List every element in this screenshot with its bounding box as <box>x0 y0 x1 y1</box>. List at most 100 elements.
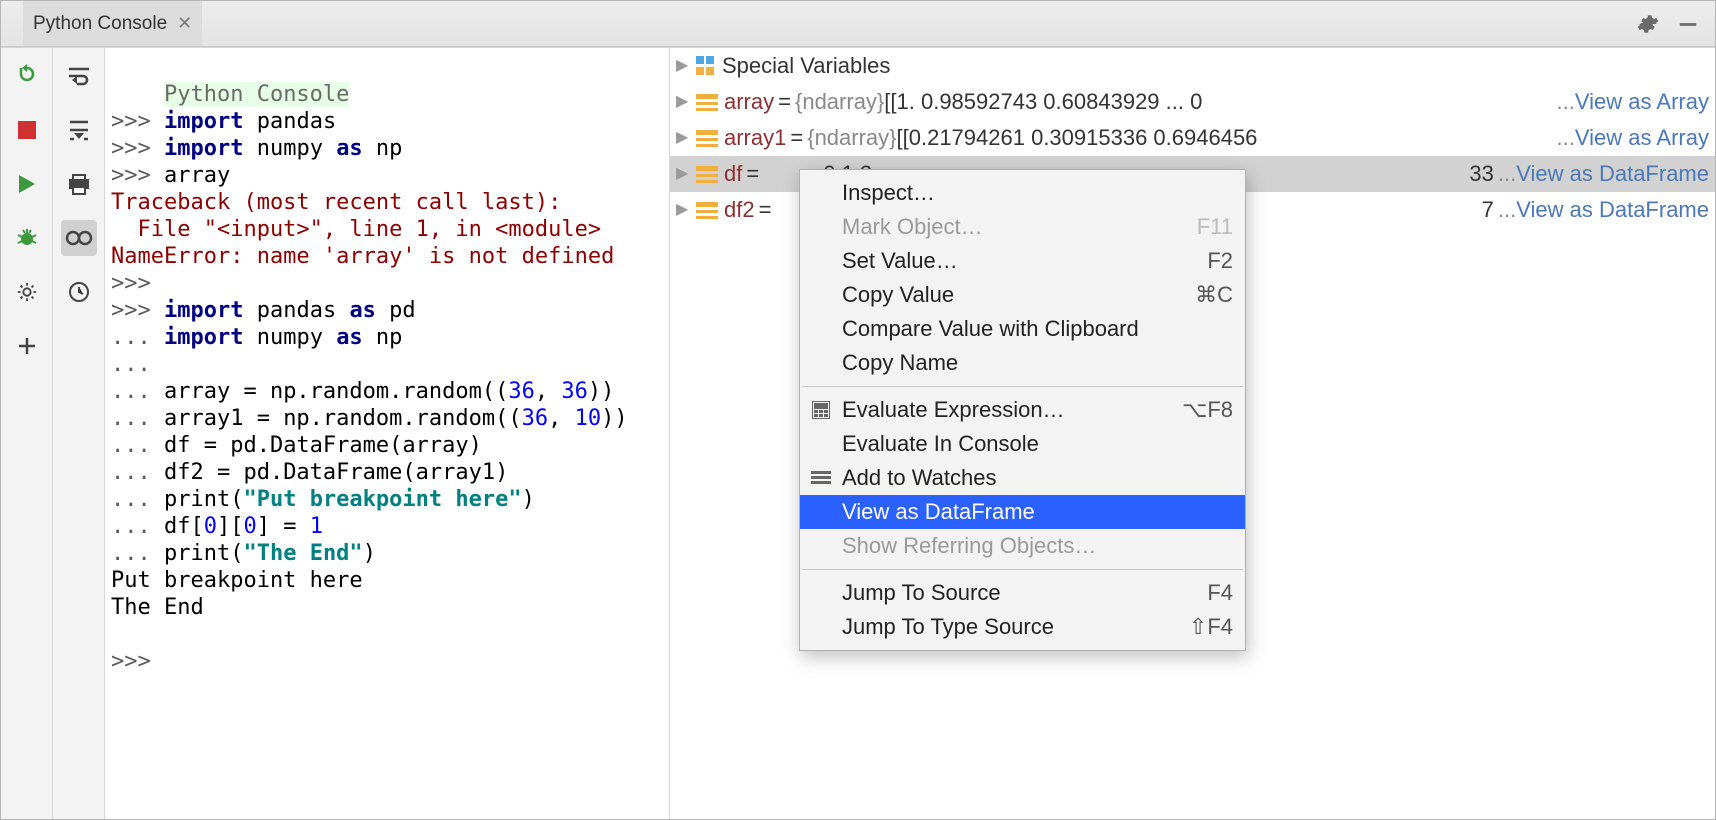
menu-item-label: Jump To Source <box>842 580 1197 606</box>
expand-icon[interactable]: ▶ <box>676 192 696 228</box>
menu-item-label: Add to Watches <box>842 465 1233 491</box>
menu-icon-spacer <box>810 352 832 374</box>
menu-item-label: Evaluate In Console <box>842 431 1233 457</box>
expand-icon[interactable]: ▶ <box>676 120 696 156</box>
variable-row[interactable]: ▶ array1 = {ndarray} [[0.21794261 0.30915… <box>670 120 1715 156</box>
menu-item-label: Copy Value <box>842 282 1185 308</box>
menu-item-label: Mark Object… <box>842 214 1187 240</box>
menu-item: Mark Object… F11 <box>800 210 1245 244</box>
menu-icon-spacer <box>810 318 832 340</box>
menu-icon-spacer <box>810 250 832 272</box>
variable-tail: 7 <box>1482 192 1494 228</box>
menu-item[interactable]: Evaluate In Console <box>800 427 1245 461</box>
close-tab-icon[interactable]: ✕ <box>177 13 192 34</box>
menu-item[interactable]: Copy Name <box>800 346 1245 380</box>
execute-icon[interactable] <box>9 166 45 202</box>
ellipsis: ... <box>1557 120 1575 156</box>
scroll-to-end-icon[interactable] <box>61 112 97 148</box>
variable-row-special[interactable]: ▶ Special Variables <box>670 48 1715 84</box>
variable-equals: = <box>746 156 759 192</box>
show-variables-icon[interactable] <box>61 220 97 256</box>
menu-icon-spacer <box>810 616 832 638</box>
menu-item-shortcut: ⌘C <box>1195 282 1233 308</box>
variable-value: [[0.21794261 0.30915336 0.6946456 <box>897 120 1258 156</box>
new-console-icon[interactable] <box>9 328 45 364</box>
menu-icon-spacer <box>810 433 832 455</box>
menu-item-label: Show Referring Objects… <box>842 533 1233 559</box>
debug-icon[interactable] <box>9 220 45 256</box>
tab-title: Python Console <box>33 13 167 35</box>
variable-equals: = <box>790 120 803 156</box>
ellipsis: ... <box>1498 192 1516 228</box>
minimize-icon[interactable] <box>1677 13 1699 35</box>
menu-icon-spacer <box>810 284 832 306</box>
expand-icon[interactable]: ▶ <box>676 84 696 120</box>
ellipsis: ... <box>1557 84 1575 120</box>
calculator-icon <box>810 399 832 421</box>
menu-item[interactable]: Add to Watches <box>800 461 1245 495</box>
variable-icon <box>696 94 718 110</box>
menu-separator <box>802 569 1243 570</box>
variable-name: array <box>724 84 774 120</box>
menu-item-label: Copy Name <box>842 350 1233 376</box>
print-icon[interactable] <box>61 166 97 202</box>
menu-item-label: Jump To Type Source <box>842 614 1179 640</box>
console-secondary-toolbar <box>53 48 105 819</box>
console-title: Python Console <box>164 82 349 107</box>
console-output[interactable]: Python Console >>> import pandas>>> impo… <box>105 48 669 819</box>
menu-separator <box>802 386 1243 387</box>
menu-item-label: Set Value… <box>842 248 1197 274</box>
variable-name: array1 <box>724 120 786 156</box>
menu-item[interactable]: Evaluate Expression… ⌥F8 <box>800 393 1245 427</box>
settings-icon[interactable] <box>9 274 45 310</box>
variable-row[interactable]: ▶ array = {ndarray} [[1. 0.98592743 0.608… <box>670 84 1715 120</box>
variable-type: {ndarray} <box>807 120 896 156</box>
variable-equals: = <box>759 192 772 228</box>
menu-item[interactable]: Set Value… F2 <box>800 244 1245 278</box>
header-actions <box>1637 13 1715 35</box>
stop-icon[interactable] <box>9 112 45 148</box>
menu-item-label: Evaluate Expression… <box>842 397 1172 423</box>
variable-name: df2 <box>724 192 755 228</box>
menu-icon-spacer <box>810 535 832 557</box>
menu-item-label: Compare Value with Clipboard <box>842 316 1233 342</box>
expand-icon[interactable]: ▶ <box>676 156 696 192</box>
variable-value: [[1. 0.98592743 0.60843929 ... 0 <box>884 84 1202 120</box>
history-icon[interactable] <box>61 274 97 310</box>
variable-equals: = <box>778 84 791 120</box>
menu-icon-spacer <box>810 501 832 523</box>
menu-item-label: View as DataFrame <box>842 499 1233 525</box>
menu-item[interactable]: Compare Value with Clipboard <box>800 312 1245 346</box>
menu-icon-spacer <box>810 216 832 238</box>
view-as-link[interactable]: View as Array <box>1575 120 1709 156</box>
menu-icon-spacer <box>810 582 832 604</box>
tool-window-header: Python Console ✕ <box>1 1 1715 47</box>
menu-icon-spacer <box>810 182 832 204</box>
menu-item-shortcut: ⇧F4 <box>1189 614 1233 640</box>
console-lines: >>> import pandas>>> import numpy as np>… <box>111 108 659 675</box>
view-as-link[interactable]: View as DataFrame <box>1516 192 1709 228</box>
menu-item[interactable]: Jump To SourceF4 <box>800 576 1245 610</box>
menu-item: Show Referring Objects… <box>800 529 1245 563</box>
soft-wrap-icon[interactable] <box>61 58 97 94</box>
expand-icon[interactable]: ▶ <box>676 48 696 84</box>
variable-type: {ndarray} <box>795 84 884 120</box>
rerun-icon[interactable] <box>9 58 45 94</box>
menu-item-shortcut: F2 <box>1207 248 1233 274</box>
variable-name: df <box>724 156 742 192</box>
view-as-link[interactable]: View as Array <box>1575 84 1709 120</box>
menu-item[interactable]: View as DataFrame <box>800 495 1245 529</box>
menu-item-label: Inspect… <box>842 180 1233 206</box>
gear-icon[interactable] <box>1637 13 1659 35</box>
menu-item-shortcut: F11 <box>1197 214 1233 240</box>
menu-item[interactable]: Jump To Type Source ⇧F4 <box>800 610 1245 644</box>
tab-python-console[interactable]: Python Console ✕ <box>23 1 202 46</box>
menu-item[interactable]: Copy Value ⌘C <box>800 278 1245 312</box>
menu-item[interactable]: Inspect… <box>800 176 1245 210</box>
view-as-link[interactable]: View as DataFrame <box>1516 156 1709 192</box>
ellipsis: ... <box>1498 156 1516 192</box>
special-vars-label: Special Variables <box>722 48 890 84</box>
console-action-toolbar <box>1 48 53 819</box>
variable-icon <box>696 202 718 218</box>
menu-item-shortcut: ⌥F8 <box>1182 397 1233 423</box>
